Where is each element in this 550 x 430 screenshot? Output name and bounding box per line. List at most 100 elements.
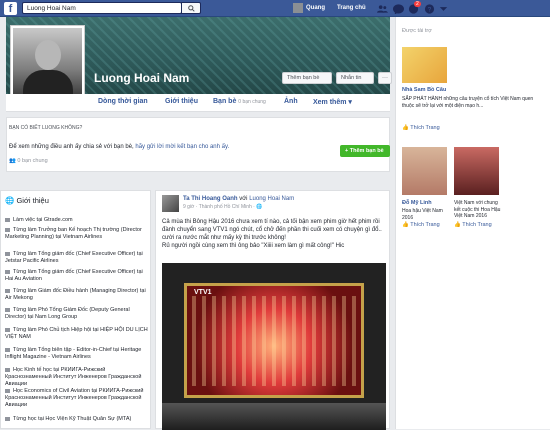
post-text: Cả mùa thi Bông Hậu 2016 chưa xem tí nào… — [162, 218, 390, 250]
home-link[interactable]: Trang chủ — [337, 5, 366, 11]
intro-title: 🌐 Giới thiệu — [5, 196, 49, 205]
work-icon — [5, 307, 10, 312]
post-author-avatar[interactable] — [162, 195, 179, 212]
ad3-image[interactable] — [454, 147, 499, 195]
like-page-label: Thích Trang — [410, 222, 440, 228]
do-you-know-text: Để xem những điều anh ấy chia sẻ với bạn… — [9, 144, 229, 150]
profile-picture[interactable] — [10, 25, 85, 100]
tab-friends[interactable]: Bạn bè 0 bạn chung — [213, 98, 266, 105]
intro-item-text: Từng làm Tổng biên tập - Editor-in-Chief… — [5, 347, 142, 360]
intro-item: Từng làm Tổng giám đốc (Chief Executive … — [5, 269, 149, 283]
intro-item-text: Từng làm Tổng giám đốc (Chief Executive … — [5, 269, 143, 282]
ad-title[interactable]: Nhà Sam Bồ Câu — [402, 87, 446, 93]
intro-item-text: Từng làm Phó Tổng Giám Đốc (Deputy Gener… — [5, 307, 130, 320]
tab-about[interactable]: Giới thiệu — [165, 98, 198, 105]
intro-item: Học Economics of Civil Aviation tại РКИИ… — [5, 388, 149, 409]
education-icon — [5, 416, 10, 421]
intro-item-text: Làm việc tại Gtrade.com — [13, 217, 73, 223]
education-icon — [5, 388, 10, 393]
work-icon — [5, 288, 10, 293]
tab-more[interactable]: Xem thêm ▾ — [313, 98, 352, 106]
like-page-link[interactable]: 👍 Thích Trang — [454, 222, 492, 228]
ad2-image[interactable] — [402, 147, 447, 195]
ad3-text: Việt Nam với chung kết cuộc thi Hoa Hậu … — [454, 200, 501, 219]
intro-item-text: Từng làm Tổng giám đốc (Chief Executive … — [5, 251, 143, 264]
do-you-know-title: Bạn có biết Luong Không? — [9, 125, 83, 131]
intro-item: Từng làm Phó Chủ tịch Hiệp hội tại HIỆP … — [5, 327, 149, 341]
post-author-line: Ta Thi Hoang Oanh với Luong Hoai Nam — [183, 196, 294, 202]
add-friend-label: Thêm bạn bè — [287, 75, 320, 81]
friend-requests-icon[interactable] — [377, 4, 388, 14]
tab-friends-mutual: 0 bạn chung — [238, 99, 266, 105]
post-author-name[interactable]: Ta Thi Hoang Oanh — [183, 196, 238, 202]
intro-item-text: Từng làm Phó Chủ tịch Hiệp hội tại HIỆP … — [5, 327, 148, 340]
work-icon — [5, 347, 10, 352]
intro-title-text: Giới thiệu — [16, 196, 49, 205]
like-page-link[interactable]: 👍 Thích Trang — [402, 222, 440, 228]
tab-photos[interactable]: Ảnh — [284, 98, 298, 105]
work-icon — [5, 269, 10, 274]
send-request-link[interactable]: hãy gửi lời mời kết bạn cho anh ấy. — [135, 144, 229, 150]
ad2-text: Hoa hậu Việt Nam 2016 — [402, 208, 443, 221]
tab-timeline[interactable]: Dòng thời gian — [98, 98, 148, 105]
like-page-label: Thích Trang — [462, 222, 492, 228]
intro-panel: 🌐 Giới thiệu Làm việc tại Gtrade.com Từn… — [0, 190, 151, 429]
like-page-label: Thích Trang — [410, 125, 440, 131]
stage-lights — [192, 296, 362, 386]
post-meta: 9 giờ · Thành phố Hồ Chí Minh · 🌐 — [183, 204, 263, 210]
profile-photo-body — [23, 70, 73, 96]
user-name-link[interactable]: Quang — [306, 5, 325, 11]
profile-photo — [13, 28, 82, 97]
facebook-logo-icon[interactable]: f — [4, 2, 17, 15]
post-image[interactable]: VTV1 — [162, 263, 386, 430]
work-icon — [5, 327, 10, 332]
post-text-para1: Cả mùa thi Bông Hậu 2016 chưa xem tí nào… — [162, 219, 382, 241]
post-tagged-name[interactable]: Luong Hoai Nam — [249, 196, 294, 202]
cover-photo: Luong Hoai Nam Thêm bạn bè Nhắn tin ··· — [6, 17, 392, 100]
intro-item: Từng làm Giám đốc Điều hành (Managing Di… — [5, 288, 149, 302]
search-icon — [188, 5, 195, 12]
right-sidebar: Được tài trợ Nhà Sam Bồ Câu SẮP PHÁT HÀN… — [395, 17, 550, 429]
search-input[interactable]: Luong Hoai Nam — [22, 2, 182, 14]
intro-item-text: Học Economics of Civil Aviation tại РКИИ… — [5, 388, 144, 408]
intro-item: Từng làm Tổng giám đốc (Chief Executive … — [5, 251, 149, 265]
intro-item-text: Từng làm Trưởng ban Kế hoạch Thị trường … — [5, 227, 142, 240]
search-input-value: Luong Hoai Nam — [27, 5, 76, 12]
do-you-know-prefix: Để xem những điều anh ấy chia sẻ với bạn… — [9, 144, 134, 150]
post-text-para2: Rủ người ngồi cùng xem thì ông bảo "Xiii… — [162, 243, 345, 249]
timeline-post: Ta Thi Hoang Oanh với Luong Hoai Nam 9 g… — [155, 190, 390, 430]
help-icon[interactable]: ? — [424, 4, 435, 14]
stage-floor — [162, 403, 386, 430]
intro-item: Từng học tại Học Viện Kỹ Thuật Quân Sự (… — [5, 416, 149, 423]
profile-photo-face — [35, 40, 61, 70]
add-friend-green-label: Thêm bạn bè — [349, 148, 384, 154]
like-page-link[interactable]: 👍 Thích Trang — [402, 125, 440, 131]
svg-text:?: ? — [428, 7, 432, 14]
tab-friends-label: Bạn bè — [213, 98, 237, 105]
notification-badge: 2 — [414, 1, 421, 7]
account-menu-icon[interactable] — [438, 4, 449, 14]
work-icon — [5, 251, 10, 256]
more-options-button[interactable]: ··· — [378, 72, 392, 84]
intro-item: Từng làm Phó Tổng Giám Đốc (Deputy Gener… — [5, 307, 149, 321]
messages-icon[interactable] — [393, 4, 404, 14]
user-avatar[interactable] — [293, 3, 303, 13]
add-friend-button[interactable]: Thêm bạn bè — [282, 72, 332, 84]
search-button[interactable] — [181, 2, 201, 14]
mutual-friends-count: 👥 0 bạn chung — [9, 158, 48, 164]
profile-tabs: Dòng thời gian Giới thiệu Bạn bè 0 bạn c… — [6, 94, 390, 112]
ad2-title[interactable]: Đỗ Mỹ Linh — [402, 200, 432, 206]
top-navigation-bar: f Luong Hoai Nam Quang Trang chủ 2 ? — [0, 0, 550, 17]
message-label: Nhắn tin — [341, 75, 362, 81]
ad-image[interactable] — [402, 47, 447, 83]
education-icon — [5, 367, 10, 372]
do-you-know-box: Bạn có biết Luong Không? Để xem những đi… — [6, 117, 390, 172]
add-friend-green-button[interactable]: + Thêm bạn bè — [340, 145, 390, 157]
intro-item-text: Từng học tại Học Viện Kỹ Thuật Quân Sự (… — [13, 416, 132, 422]
intro-item-text: Từng làm Giám đốc Điều hành (Managing Di… — [5, 288, 146, 301]
post-with-word: với — [239, 196, 248, 202]
stage-screen — [184, 283, 364, 398]
intro-item-text: Học Kinh tế học tại РКИИГА-Рижский Красн… — [5, 367, 142, 387]
message-button[interactable]: Nhắn tin — [336, 72, 374, 84]
intro-item: Từng làm Trưởng ban Kế hoạch Thị trường … — [5, 227, 149, 241]
